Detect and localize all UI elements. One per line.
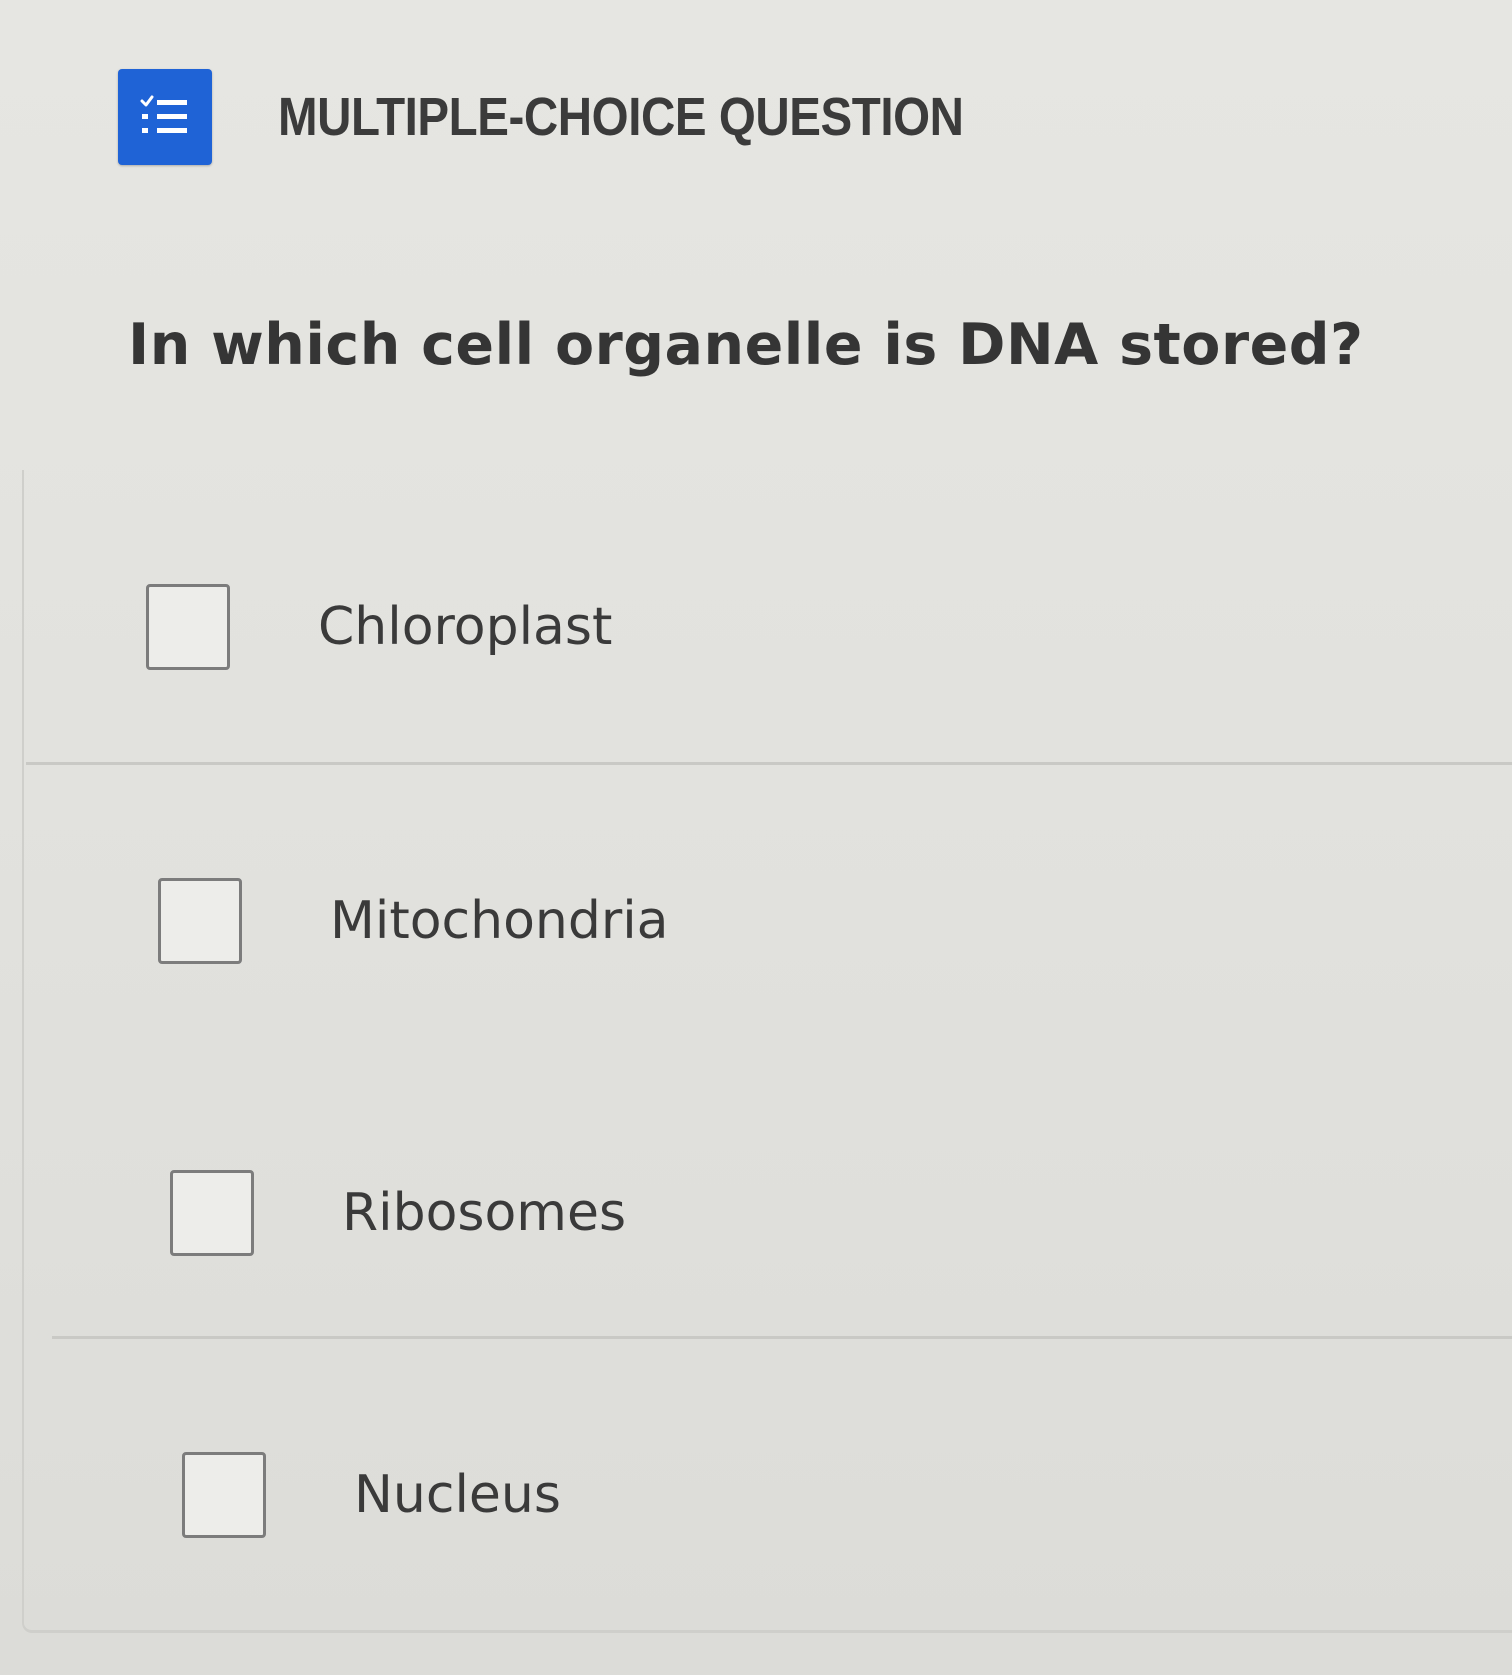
checkbox[interactable] (182, 1452, 266, 1538)
option-nucleus[interactable]: Nucleus (182, 1452, 561, 1538)
option-label: Chloroplast (318, 597, 613, 657)
question-type-header: MULTIPLE-CHOICE QUESTION (118, 68, 1057, 166)
option-label: Ribosomes (342, 1183, 627, 1243)
checklist-icon (118, 69, 212, 165)
option-label: Nucleus (354, 1465, 561, 1525)
option-ribosomes[interactable]: Ribosomes (170, 1170, 626, 1256)
option-chloroplast[interactable]: Chloroplast (146, 584, 612, 670)
question-type-label: MULTIPLE-CHOICE QUESTION (278, 87, 964, 147)
option-mitochondria[interactable]: Mitochondria (158, 878, 669, 964)
checkbox[interactable] (158, 878, 242, 964)
checkbox[interactable] (146, 584, 230, 670)
option-divider (52, 1336, 1512, 1339)
option-divider (26, 762, 1512, 765)
option-label: Mitochondria (330, 891, 669, 951)
quiz-page: MULTIPLE-CHOICE QUESTION In which cell o… (0, 0, 1512, 1675)
question-text: In which cell organelle is DNA stored? (128, 312, 1364, 378)
checkbox[interactable] (170, 1170, 254, 1256)
